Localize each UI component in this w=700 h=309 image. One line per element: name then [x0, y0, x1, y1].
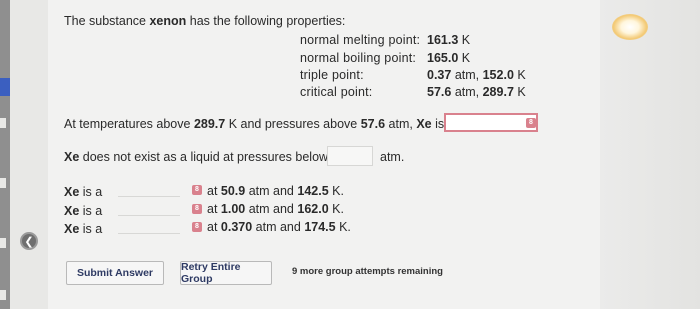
screen-glare	[612, 14, 648, 40]
retry-group-button[interactable]: Retry Entire Group	[180, 261, 272, 285]
phase-row-label: Xe is a	[64, 222, 103, 236]
left-strip-mark	[0, 178, 6, 188]
intro-pre: The substance	[64, 14, 150, 28]
intro-text: The substance xenon has the following pr…	[64, 14, 345, 28]
property-label: triple point:	[300, 68, 364, 82]
left-strip-mark	[0, 118, 6, 128]
pressure-unit: atm.	[380, 150, 405, 164]
right-margin	[600, 0, 700, 309]
intro-post: has the following properties:	[186, 14, 346, 28]
phase-row-condition: at 0.370 atm and 174.5 K.	[207, 220, 351, 234]
pressure-input[interactable]	[327, 146, 373, 166]
submit-answer-button[interactable]: Submit Answer	[66, 261, 164, 285]
question-1-text: At temperatures above 289.7 K and pressu…	[64, 117, 455, 131]
dropdown-badge-icon: 8	[192, 222, 202, 232]
phase-select-3[interactable]	[118, 215, 180, 216]
phase-row-condition: at 50.9 atm and 142.5 K.	[207, 184, 344, 198]
property-value: 0.37 atm, 152.0 K	[427, 68, 526, 82]
phase-select-2[interactable]	[118, 196, 180, 197]
phase-row-condition: at 1.00 atm and 162.0 K.	[207, 202, 344, 216]
phase-select-4[interactable]	[118, 233, 180, 234]
question-2-text: Xe does not exist as a liquid at pressur…	[64, 150, 329, 164]
property-label: normal melting point:	[300, 33, 421, 47]
dropdown-badge-icon: 8	[526, 118, 536, 128]
left-strip-mark	[0, 290, 6, 300]
dropdown-badge-icon: 8	[192, 204, 202, 214]
phase-row-label: Xe is a	[64, 185, 103, 199]
dropdown-badge-icon: 8	[192, 185, 202, 195]
phase-row-label: Xe is a	[64, 204, 103, 218]
chevron-left-icon: ❮	[24, 235, 34, 248]
left-strip-mark	[0, 238, 6, 248]
attempts-remaining: 9 more group attempts remaining	[292, 266, 443, 277]
property-value: 57.6 atm, 289.7 K	[427, 85, 526, 99]
property-label: normal boiling point:	[300, 51, 417, 65]
left-window-strip	[0, 0, 10, 309]
phase-select-1[interactable]: 8	[444, 113, 538, 132]
left-strip-highlight	[0, 78, 10, 96]
substance-name: xenon	[149, 14, 187, 28]
property-value: 165.0 K	[427, 51, 471, 65]
back-button[interactable]: ❮	[20, 232, 38, 250]
property-value: 161.3 K	[427, 33, 471, 47]
property-label: critical point:	[300, 85, 373, 99]
